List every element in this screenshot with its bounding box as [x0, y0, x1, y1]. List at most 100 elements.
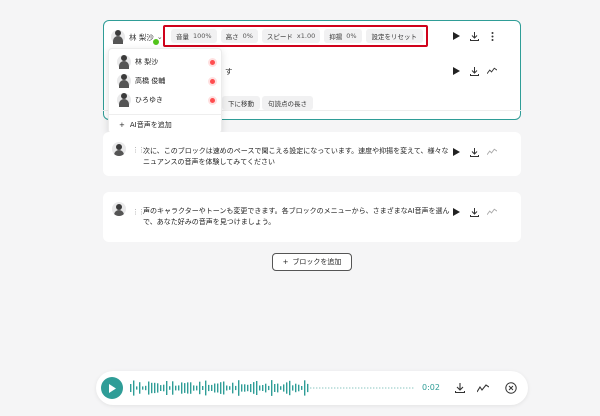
waveform-bar: [217, 383, 219, 393]
waveform-bar: [214, 383, 216, 393]
param-pitch[interactable]: 高さ 0%: [220, 29, 258, 43]
waveform-bar: [223, 381, 225, 395]
waveform-bar: [184, 383, 186, 393]
waveform-bar: [319, 387, 321, 389]
waveform-bar: [151, 382, 153, 394]
waveform-bar: [211, 384, 213, 391]
waveform-bar: [136, 386, 138, 390]
block-text[interactable]: 次に、このブロックは速めのペースで聞こえる設定になっています。速度や抑揚を変えて…: [143, 146, 453, 168]
waveform-bar: [238, 380, 240, 396]
voice-avatar: [112, 202, 126, 216]
block-controls: [451, 147, 497, 157]
download-icon[interactable]: [469, 66, 479, 76]
download-icon[interactable]: [453, 381, 467, 395]
voice-option[interactable]: 林 梨沙: [117, 53, 215, 71]
close-circle-icon[interactable]: [504, 381, 518, 395]
waveform-bar: [367, 387, 369, 389]
waveform-bar: [376, 387, 378, 389]
chip-move-down[interactable]: 下に移動: [222, 96, 260, 110]
waveform-bar: [160, 385, 162, 391]
waveform-bar: [253, 382, 255, 394]
waveform-bar: [181, 382, 183, 394]
waveform-bar: [313, 387, 315, 389]
waveform-bar: [130, 384, 132, 392]
voice-avatar: [111, 30, 125, 44]
waveform-bar: [310, 387, 312, 389]
waveform-bar: [349, 387, 351, 389]
voice-avatar: [117, 93, 131, 107]
waveform-bar: [379, 387, 381, 389]
waveform-bar: [280, 386, 282, 390]
waveform-bar: [331, 387, 333, 389]
download-icon[interactable]: [469, 207, 479, 217]
waveform-bar: [325, 387, 327, 389]
param-volume[interactable]: 音量 100%: [171, 29, 217, 43]
waveform-bar: [265, 383, 267, 393]
waveform-bar: [322, 387, 324, 389]
waveform-bar: [154, 382, 156, 394]
voice-option[interactable]: 高橋 俊輔: [117, 72, 215, 90]
waveform-bar: [397, 387, 399, 389]
waveform-bar: [307, 383, 309, 393]
waveform-bar: [382, 387, 384, 389]
play-icon[interactable]: [451, 66, 461, 76]
playback-time: 0:02: [422, 383, 440, 392]
waveform-bar: [262, 385, 264, 391]
play-icon: [109, 383, 116, 393]
waveform-bar: [142, 386, 144, 390]
status-dot: [210, 97, 215, 103]
waveform-bar: [202, 386, 204, 390]
waveform-bar: [286, 382, 288, 394]
waveform-bar: [187, 382, 189, 394]
waveform-bar: [304, 380, 306, 396]
play-icon[interactable]: [451, 31, 461, 41]
waveform-bar: [364, 387, 366, 389]
waveform-bar: [274, 384, 276, 392]
divider: [109, 114, 223, 115]
wave-edit-icon[interactable]: [487, 66, 497, 76]
waveform-bar: [166, 381, 168, 395]
param-speed[interactable]: スピード x1.00: [261, 29, 321, 43]
play-icon[interactable]: [451, 207, 461, 217]
chip-pause-length[interactable]: 句読点の長さ: [262, 96, 313, 110]
wave-edit-icon[interactable]: [487, 207, 497, 217]
voice-option[interactable]: ひろゆき: [117, 91, 215, 109]
waveform-bar: [157, 383, 159, 393]
wave-edit-icon[interactable]: [487, 147, 497, 157]
reset-settings-button[interactable]: 設定をリセット: [365, 29, 424, 43]
waveform-bar: [169, 386, 171, 390]
more-vertical-icon[interactable]: [487, 31, 497, 41]
waveform-bar: [232, 382, 234, 394]
play-button[interactable]: [101, 377, 123, 399]
waveform-bar: [391, 387, 393, 389]
add-block-button[interactable]: + ブロックを追加: [272, 253, 352, 271]
waveform-bar: [385, 387, 387, 389]
waveform-bar: [250, 384, 252, 393]
block-text[interactable]: す: [225, 66, 233, 77]
waveform-bar: [403, 387, 405, 389]
waveform-bar: [145, 385, 147, 391]
wave-edit-icon[interactable]: [476, 381, 490, 395]
waveform-bar: [172, 381, 174, 395]
block-text[interactable]: 声のキャラクターやトーンも変更できます。各ブロックのメニューから、さまざまなAI…: [143, 206, 453, 228]
download-icon[interactable]: [469, 147, 479, 157]
waveform-bar: [226, 385, 228, 391]
waveform-bar: [346, 387, 348, 389]
status-dot: [210, 78, 215, 84]
waveform-bar: [196, 385, 198, 391]
waveform-bar: [358, 387, 360, 389]
download-icon[interactable]: [469, 31, 479, 41]
add-ai-voice-button[interactable]: + AI音声を追加: [119, 119, 172, 131]
waveform-bar: [277, 383, 279, 393]
waveform-bar: [328, 387, 330, 389]
waveform-bar: [205, 380, 207, 396]
waveform-bar: [334, 387, 336, 389]
waveform-bar: [361, 387, 363, 389]
waveform-bar: [241, 384, 243, 392]
waveform-bar: [292, 385, 294, 391]
play-icon[interactable]: [451, 147, 461, 157]
waveform-bar: [256, 381, 258, 395]
waveform-bar: [208, 384, 210, 392]
param-intonation[interactable]: 抑揚 0%: [324, 29, 362, 43]
voice-name: 林 梨沙: [129, 32, 154, 42]
